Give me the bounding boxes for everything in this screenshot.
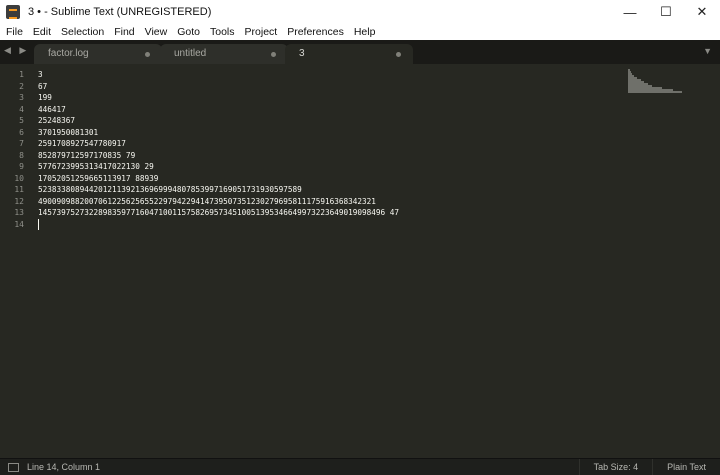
syntax-selector[interactable]: Plain Text [652,459,720,475]
code-line[interactable]: 199 [38,92,399,104]
title-bar: 3 • - Sublime Text (UNREGISTERED) — ☐ ✕ [0,0,720,25]
tab-nav-arrows-icon[interactable]: ◀ ▶ [4,45,29,56]
close-button[interactable]: ✕ [684,0,720,24]
line-number: 5 [19,116,24,125]
menu-goto[interactable]: Goto [172,24,205,40]
code-line[interactable]: 17052051259665113917 88939 [38,173,399,185]
cursor-position: Line 14, Column 1 [27,462,101,472]
menu-preferences[interactable]: Preferences [282,24,349,40]
tab-bar: ◀ ▶ factor.log untitled 3 ▼ [0,40,720,64]
code-line[interactable]: 446417 [38,104,399,116]
code-line[interactable]: 67 [38,81,399,93]
line-number: 12 [14,196,24,206]
sublime-app-icon [6,5,20,19]
editor-area[interactable]: 1 2 3 4 5 6 7 8 9 10 11 12 13 14 3 67 19… [0,64,720,458]
menu-file[interactable]: File [0,24,28,40]
tab-size-selector[interactable]: Tab Size: 4 [578,459,653,475]
code-line[interactable]: 3 [38,69,399,81]
tab-close-dot-icon[interactable] [145,52,150,57]
tab-close-dot-icon[interactable] [271,52,276,57]
code-line[interactable]: 1457397527322898359771604710011575826957… [38,207,399,219]
code-line[interactable]: 2591708927547780917 [38,138,399,150]
line-number: 6 [19,127,24,137]
line-number: 1 [19,70,24,79]
menu-tools[interactable]: Tools [205,24,240,40]
line-number: 4 [19,104,24,114]
code-line[interactable]: 3701950081301 [38,127,399,139]
tab-dropdown-icon[interactable]: ▼ [703,46,712,56]
tab-label: 3 [299,48,305,59]
menu-help[interactable]: Help [349,24,381,40]
line-number: 10 [14,173,24,183]
line-number: 8 [19,150,24,160]
window-controls: — ☐ ✕ [612,0,720,24]
text-cursor [38,219,39,230]
status-bar: Line 14, Column 1 Tab Size: 4 Plain Text [0,458,720,475]
minimize-button[interactable]: — [612,0,648,24]
menu-selection[interactable]: Selection [56,24,109,40]
code-line[interactable]: 5238338089442012113921369699948078539971… [38,184,399,196]
tab-factor-log[interactable]: factor.log [34,44,162,64]
tab-label: untitled [174,48,207,59]
line-number: 9 [19,162,24,171]
line-number: 14 [14,219,24,229]
menu-view[interactable]: View [140,24,173,40]
menu-bar: File Edit Selection Find View Goto Tools… [0,24,720,40]
line-number: 7 [19,139,24,148]
status-right-group: Tab Size: 4 Plain Text [578,459,720,475]
code-text[interactable]: 3 67 199 446417 25248367 3701950081301 2… [38,69,399,230]
code-line[interactable]: 5776723995313417022130 29 [38,161,399,173]
menu-edit[interactable]: Edit [28,24,56,40]
line-number: 11 [14,185,24,194]
line-number: 13 [14,208,24,217]
panel-toggle-icon[interactable] [8,462,19,472]
tab-label: factor.log [48,48,89,59]
tab-untitled[interactable]: untitled [160,44,288,64]
code-line[interactable] [38,219,399,231]
menu-project[interactable]: Project [240,24,283,40]
unsaved-dot-icon[interactable] [396,52,401,57]
maximize-button[interactable]: ☐ [648,0,684,24]
code-line[interactable]: 852879712597170835 79 [38,150,399,162]
line-number: 2 [19,81,24,91]
line-number-gutter: 1 2 3 4 5 6 7 8 9 10 11 12 13 14 [0,69,24,230]
line-number: 3 [19,93,24,102]
menu-find[interactable]: Find [109,24,139,40]
tab-3[interactable]: 3 [285,44,413,64]
window-title: 3 • - Sublime Text (UNREGISTERED) [28,6,212,18]
minimap[interactable] [626,69,684,95]
code-line[interactable]: 25248367 [38,115,399,127]
code-line[interactable]: 4900909882007061225625655229794229414739… [38,196,399,208]
